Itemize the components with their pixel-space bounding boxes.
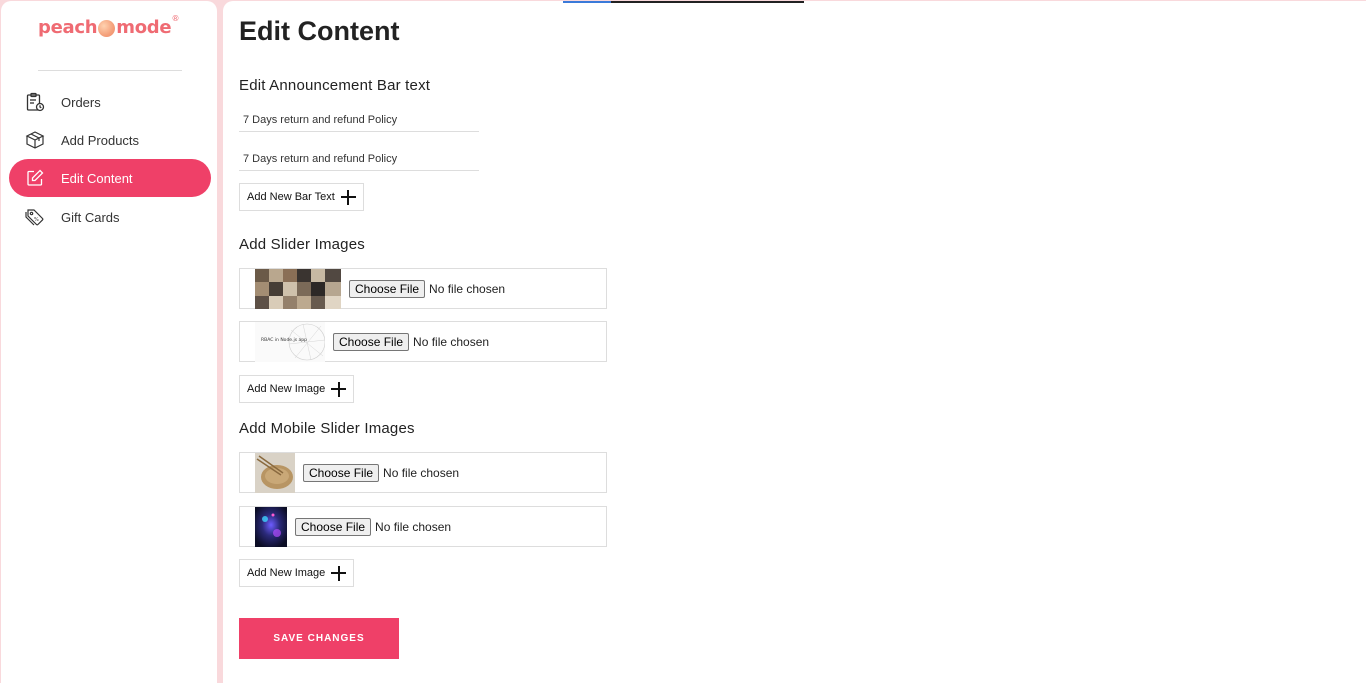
slider-image-row: Choose File No file chosen <box>239 268 607 309</box>
neon-abstract-thumbnail <box>255 506 287 547</box>
add-image-label: Add New Image <box>247 567 326 579</box>
sidebar: peach mode ® Orders Add Products Edit Co… <box>1 1 217 683</box>
page-title: Edit Content <box>239 16 400 46</box>
divider <box>38 70 182 71</box>
peach-icon <box>98 20 116 37</box>
sidebar-item-edit-content[interactable]: Edit Content <box>9 159 211 197</box>
announcement-input[interactable] <box>239 108 479 132</box>
announcement-input[interactable] <box>239 147 479 171</box>
mobile-slider-image-row: Choose File No file chosen <box>239 452 607 493</box>
sidebar-item-label: Gift Cards <box>61 209 120 225</box>
plus-icon <box>331 381 347 397</box>
sidebar-item-gift-cards[interactable]: % Gift Cards <box>9 198 211 236</box>
tag-icon: % <box>24 206 46 228</box>
document-globe-thumbnail: RBAC in Node.js app <box>255 321 325 362</box>
sidebar-item-add-products[interactable]: Add Products <box>9 121 211 159</box>
add-slider-image-button[interactable]: Add New Image <box>239 375 355 403</box>
sidebar-item-orders[interactable]: Orders <box>9 83 211 121</box>
bowl-photo-thumbnail <box>255 452 295 493</box>
file-status: No file chosen <box>429 281 506 296</box>
slider-image-row: RBAC in Node.js app Choose File No file … <box>239 321 607 362</box>
edit-icon <box>24 167 46 189</box>
save-changes-button[interactable]: SAVE CHANGES <box>239 618 399 659</box>
sidebar-item-label: Orders <box>61 94 101 110</box>
main-content: Edit Content Edit Announcement Bar text … <box>223 1 1366 683</box>
mobile-slider-section-title: Add Mobile Slider Images <box>239 420 415 437</box>
announcement-section-title: Edit Announcement Bar text <box>239 77 431 94</box>
sidebar-item-label: Add Products <box>61 132 140 148</box>
photo-grid-thumbnail <box>255 268 341 309</box>
box-icon <box>24 129 46 151</box>
orders-clipboard-icon <box>24 91 46 113</box>
file-status: No file chosen <box>383 465 460 480</box>
mobile-slider-image-row: Choose File No file chosen <box>239 506 607 547</box>
choose-file-button[interactable]: Choose File <box>349 279 426 298</box>
brand-name-left: peach <box>38 17 98 38</box>
top-progress-bar <box>563 1 804 3</box>
add-bar-text-button[interactable]: Add New Bar Text <box>239 183 364 211</box>
sidebar-item-label: Edit Content <box>61 170 133 186</box>
plus-icon <box>331 565 347 581</box>
slider-section-title: Add Slider Images <box>239 236 365 253</box>
choose-file-button[interactable]: Choose File <box>333 332 410 351</box>
choose-file-button[interactable]: Choose File <box>295 517 372 536</box>
file-status: No file chosen <box>413 334 490 349</box>
thumbnail-caption: RBAC in Node.js app <box>261 337 307 343</box>
registered-mark: ® <box>171 14 180 23</box>
plus-icon <box>340 189 356 205</box>
brand-logo[interactable]: peach mode ® <box>38 14 180 38</box>
choose-file-button[interactable]: Choose File <box>303 463 380 482</box>
svg-text:%: % <box>34 217 39 223</box>
add-bar-text-label: Add New Bar Text <box>247 191 335 203</box>
file-status: No file chosen <box>375 519 452 534</box>
add-image-label: Add New Image <box>247 383 326 395</box>
brand-name-right: mode <box>116 17 172 38</box>
add-mobile-image-button[interactable]: Add New Image <box>239 559 355 587</box>
